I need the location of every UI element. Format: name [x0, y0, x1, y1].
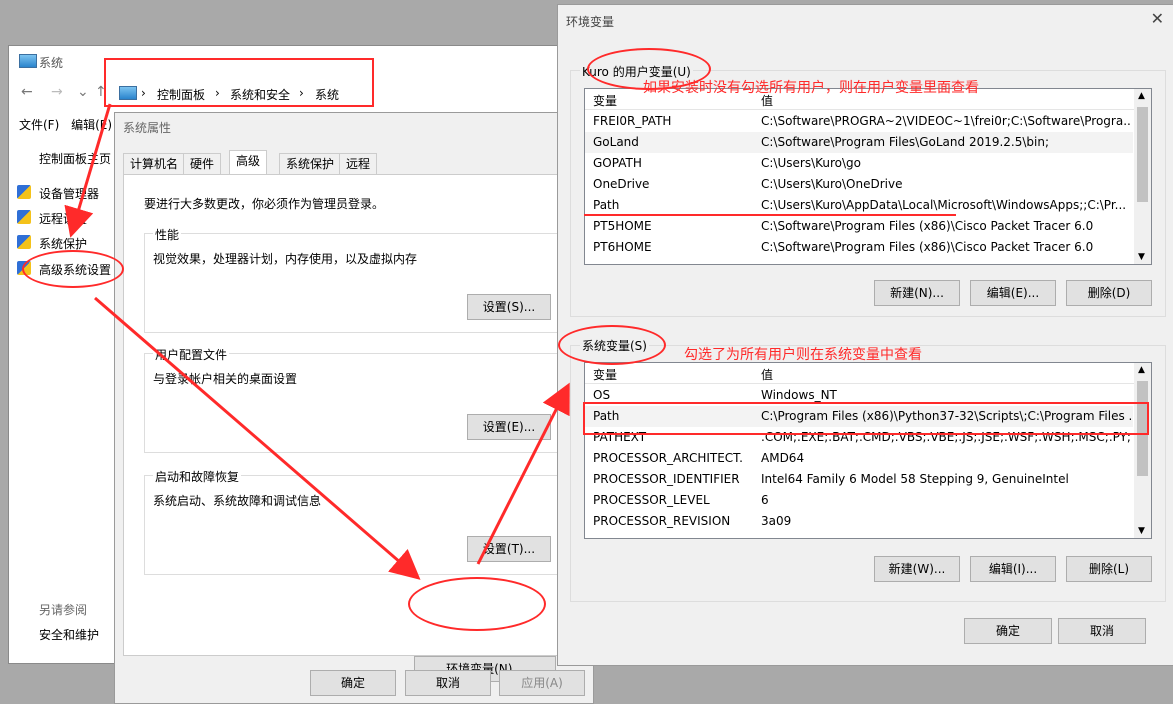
arrow-to-advanced [64, 103, 112, 238]
arrow-to-env-button [94, 296, 421, 580]
arrow-to-system-path [476, 382, 570, 565]
annotation-arrows [64, 103, 570, 580]
